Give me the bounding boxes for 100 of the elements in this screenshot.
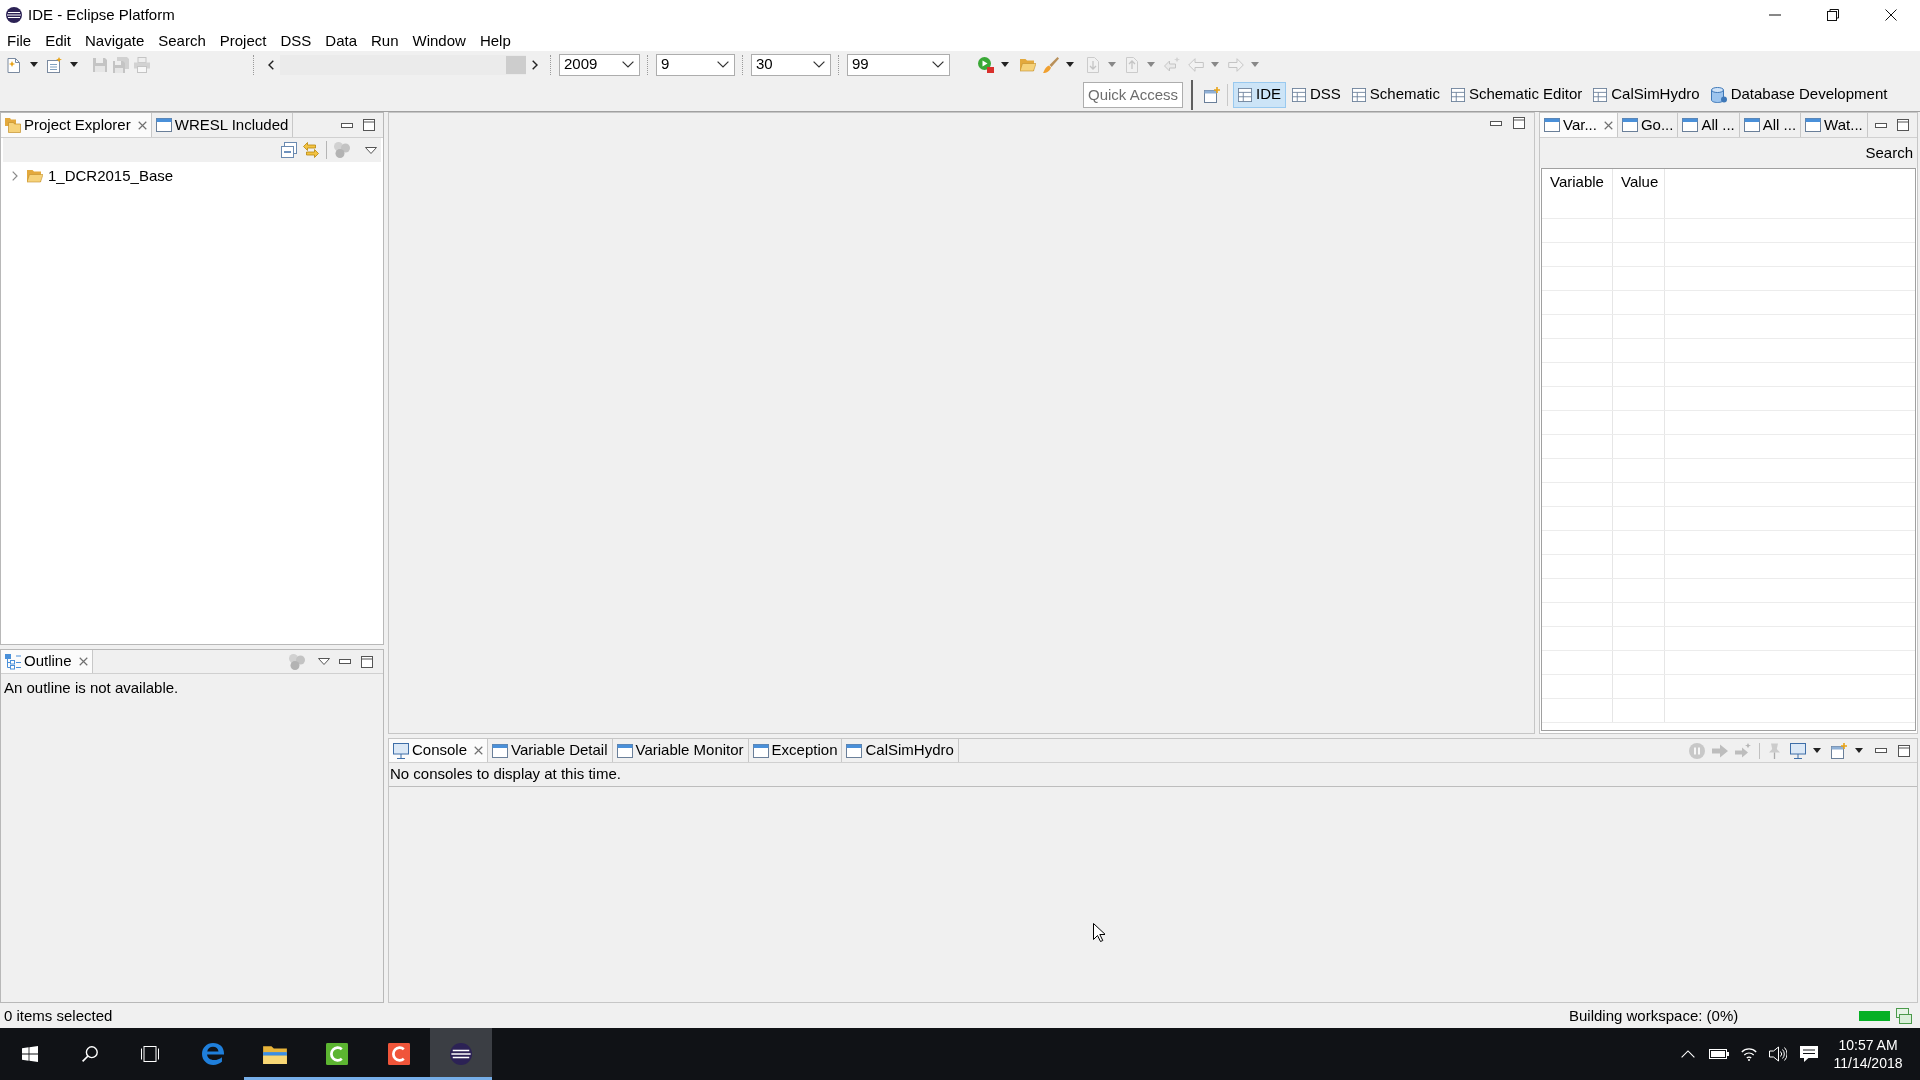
menu-item[interactable]: Navigate xyxy=(78,30,152,51)
caret-icon[interactable] xyxy=(1813,748,1821,753)
perspective-button[interactable]: CalSimHydro xyxy=(1588,81,1705,108)
taskbar-app-button[interactable] xyxy=(430,1028,492,1080)
status-text: Building workspace: (0%) xyxy=(1569,1005,1740,1026)
status-text: 0 items selected xyxy=(4,1005,113,1026)
window-icon xyxy=(155,117,172,133)
maximize-icon[interactable] xyxy=(361,655,373,668)
close-icon[interactable] xyxy=(137,120,147,130)
caret-icon[interactable] xyxy=(70,62,78,67)
perspective-button[interactable]: Database Development xyxy=(1705,81,1893,108)
dropdown[interactable]: 99 xyxy=(847,53,950,76)
view-tab[interactable]: Outline xyxy=(1,650,93,673)
brush-icon[interactable] xyxy=(1043,56,1059,73)
collapse-all-icon[interactable] xyxy=(281,142,297,158)
chevron-down-icon xyxy=(932,61,944,68)
caret-icon[interactable] xyxy=(1066,62,1074,67)
app-logo-icon xyxy=(388,1043,410,1065)
notification-icon[interactable] xyxy=(1800,1046,1818,1062)
close-icon[interactable] xyxy=(78,657,88,666)
folders-icon xyxy=(5,117,21,133)
view-menu-icon[interactable] xyxy=(318,658,330,665)
table-icon xyxy=(1351,87,1366,102)
dropdown[interactable]: 9 xyxy=(656,53,735,76)
mouse-pointer-icon xyxy=(1093,923,1105,942)
minimize-icon[interactable] xyxy=(341,122,353,128)
menu-item[interactable]: Search xyxy=(151,30,213,51)
column-header[interactable]: Value xyxy=(1613,169,1665,195)
menu-item[interactable]: Run xyxy=(364,30,406,51)
menu-item[interactable]: Project xyxy=(212,30,274,51)
minimize-icon[interactable] xyxy=(1875,748,1887,753)
view-menu-icon[interactable] xyxy=(365,146,377,154)
menu-item[interactable]: Window xyxy=(405,30,473,51)
restore-icon xyxy=(1827,9,1839,21)
perspective-button[interactable]: Schematic xyxy=(1346,81,1445,108)
view-tab[interactable]: Project Explorer xyxy=(1,113,152,137)
window-icon xyxy=(1743,117,1760,133)
minimize-icon[interactable] xyxy=(1875,122,1887,128)
caret-icon[interactable] xyxy=(30,62,38,67)
maximize-icon[interactable] xyxy=(1898,744,1910,757)
dropdown[interactable]: 2009 xyxy=(559,53,640,76)
menu-item[interactable]: File xyxy=(0,30,39,51)
close-icon[interactable] xyxy=(1603,120,1613,130)
window-icon xyxy=(492,742,509,759)
minimize-icon[interactable] xyxy=(1490,120,1502,126)
window-icon xyxy=(1544,117,1560,133)
menu-item[interactable]: DSS xyxy=(273,30,319,51)
slider-track[interactable] xyxy=(280,54,526,75)
window-plus-icon[interactable] xyxy=(1204,86,1220,103)
table-icon xyxy=(1593,87,1608,102)
chevron-right-icon[interactable] xyxy=(532,59,538,70)
view-tab[interactable]: Console xyxy=(389,739,489,762)
table-icon xyxy=(1292,87,1306,102)
window-icon xyxy=(752,742,769,759)
windows-logo-icon xyxy=(22,1046,38,1062)
window-icon xyxy=(846,742,863,759)
view-tab[interactable]: Var... xyxy=(1540,113,1618,137)
search-icon xyxy=(82,1046,98,1062)
wifi-icon[interactable] xyxy=(1741,1047,1757,1061)
chevron-down-icon xyxy=(717,61,729,68)
minimize-icon xyxy=(1769,14,1781,16)
window-plus-icon[interactable] xyxy=(1831,742,1847,759)
column-header[interactable]: Variable xyxy=(1542,169,1613,195)
browser-icon xyxy=(202,1043,224,1065)
chevron-down-icon xyxy=(622,61,634,68)
minimize-icon[interactable] xyxy=(339,659,351,664)
dropdown[interactable]: 30 xyxy=(751,53,831,76)
eclipse-logo-icon xyxy=(6,7,22,23)
menu-item[interactable]: Help xyxy=(472,30,518,51)
chevron-left-icon[interactable] xyxy=(268,59,274,70)
perspective-button[interactable]: DSS xyxy=(1287,81,1346,108)
database-icon xyxy=(1710,86,1727,103)
close-icon[interactable] xyxy=(474,746,484,755)
caret-icon[interactable] xyxy=(1001,62,1009,67)
maximize-icon[interactable] xyxy=(363,119,375,131)
battery-icon[interactable] xyxy=(1709,1048,1729,1060)
table-icon xyxy=(1238,87,1252,102)
perspective-button[interactable]: IDE xyxy=(1233,81,1286,108)
chevron-down-icon xyxy=(813,61,825,68)
new-file-icon[interactable] xyxy=(6,56,22,73)
slider-thumb[interactable] xyxy=(506,55,526,74)
menu-item[interactable]: Data xyxy=(318,30,364,51)
menu-item[interactable]: Edit xyxy=(38,30,79,51)
volume-icon[interactable] xyxy=(1769,1046,1787,1062)
caret-icon[interactable] xyxy=(1855,748,1863,753)
empty-message: No consoles to display at this time. xyxy=(390,764,621,785)
run-icon[interactable] xyxy=(978,56,994,73)
maximize-icon[interactable] xyxy=(1897,119,1909,131)
monitor-icon[interactable] xyxy=(1790,742,1806,759)
eclipse-logo-icon xyxy=(450,1043,472,1065)
app-logo-icon xyxy=(326,1043,348,1065)
maximize-icon[interactable] xyxy=(1513,117,1525,129)
quick-access-field[interactable]: Quick Access xyxy=(1083,81,1183,108)
swap-arrows-icon[interactable] xyxy=(303,142,319,158)
stacked-windows-icon[interactable] xyxy=(1896,1008,1912,1024)
clock-button[interactable]: 10:57 AM 11/14/2018 xyxy=(1830,1036,1906,1072)
chevron-up-icon[interactable] xyxy=(1681,1050,1695,1058)
tree-item[interactable]: 1_DCR2015_Base xyxy=(1,165,178,187)
perspective-button[interactable]: Schematic Editor xyxy=(1445,81,1588,108)
search-button[interactable]: Search xyxy=(1864,143,1914,163)
